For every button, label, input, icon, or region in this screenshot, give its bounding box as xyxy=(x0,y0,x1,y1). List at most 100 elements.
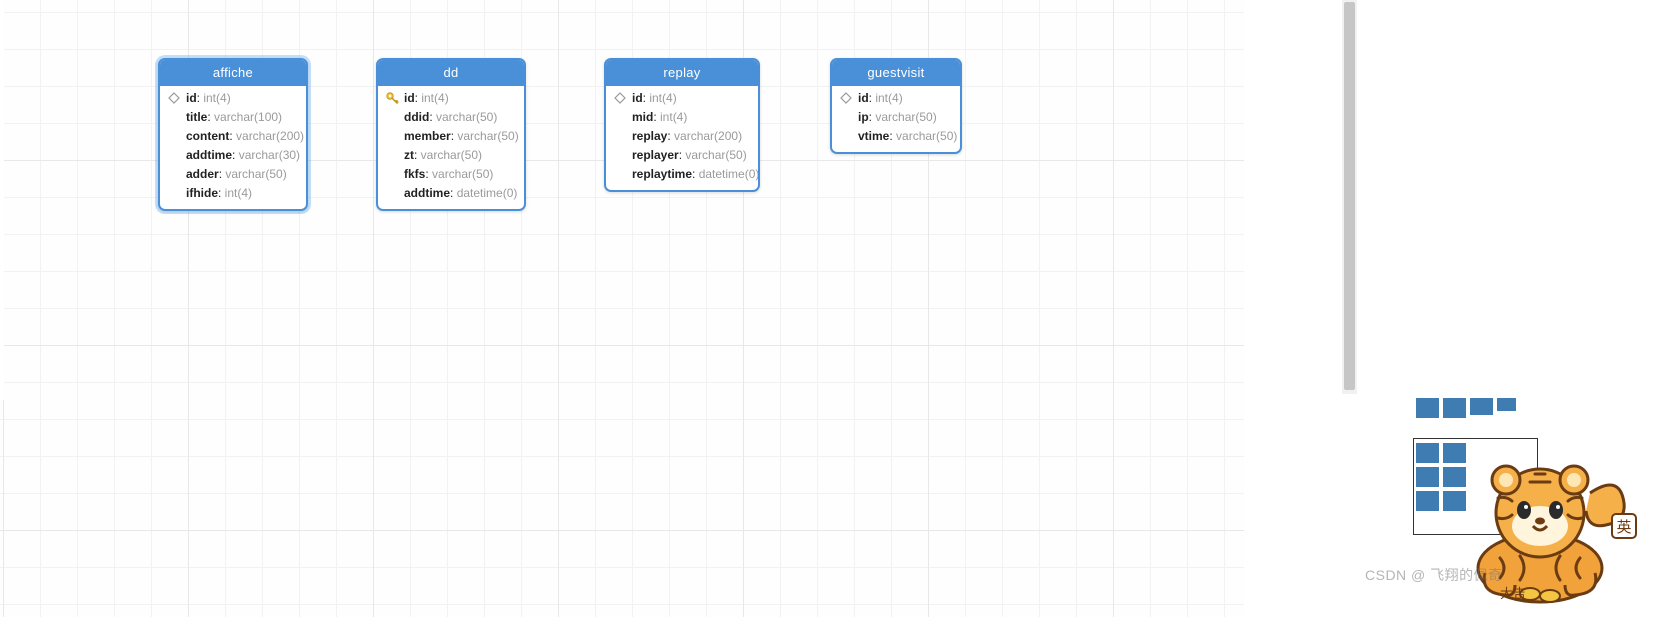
primary-key-icon xyxy=(385,91,399,105)
diagram-canvas[interactable]: afficheid: int(4)title: varchar(100)cont… xyxy=(0,0,1244,617)
column-row[interactable]: fkfs: varchar(50) xyxy=(404,165,514,184)
column-row[interactable]: content: varchar(200) xyxy=(186,127,296,146)
column-row[interactable]: ddid: varchar(50) xyxy=(404,108,514,127)
column-separator: : xyxy=(414,148,421,162)
column-row[interactable]: member: varchar(50) xyxy=(404,127,514,146)
table-header[interactable]: replay xyxy=(606,60,758,86)
column-row[interactable]: id: int(4) xyxy=(858,89,950,108)
column-type: varchar(200) xyxy=(236,129,304,143)
column-type: varchar(50) xyxy=(225,167,286,181)
column-type: varchar(50) xyxy=(457,129,518,143)
column-name: content xyxy=(186,129,229,143)
column-separator: : xyxy=(425,167,432,181)
left-gutter xyxy=(0,0,4,400)
column-name: ifhide xyxy=(186,186,218,200)
column-row[interactable]: id: int(4) xyxy=(632,89,748,108)
table-card-dd[interactable]: ddid: int(4)ddid: varchar(50)member: var… xyxy=(376,58,526,211)
column-row[interactable]: mid: int(4) xyxy=(632,108,748,127)
column-row[interactable]: ip: varchar(50) xyxy=(858,108,950,127)
column-name: addtime xyxy=(186,148,232,162)
minimap-panel[interactable] xyxy=(1412,396,1539,548)
column-separator: : xyxy=(450,186,457,200)
column-row[interactable]: vtime: varchar(50) xyxy=(858,127,950,146)
column-name: id xyxy=(186,91,197,105)
column-name: ddid xyxy=(404,110,429,124)
column-type: varchar(50) xyxy=(436,110,497,124)
minimap-block xyxy=(1470,398,1493,415)
table-body: id: int(4)ddid: varchar(50)member: varch… xyxy=(378,86,524,209)
vertical-scrollbar-thumb[interactable] xyxy=(1344,2,1355,390)
column-row[interactable]: zt: varchar(50) xyxy=(404,146,514,165)
column-row[interactable]: addtime: varchar(30) xyxy=(186,146,296,165)
vertical-scrollbar-track[interactable] xyxy=(1342,0,1357,394)
minimap-block xyxy=(1416,491,1439,511)
column-name: zt xyxy=(404,148,414,162)
column-type: varchar(200) xyxy=(674,129,742,143)
minimap-block xyxy=(1443,443,1466,463)
column-name: id xyxy=(404,91,415,105)
column-separator: : xyxy=(207,110,214,124)
column-type: varchar(30) xyxy=(239,148,300,162)
column-type: varchar(100) xyxy=(214,110,282,124)
column-row[interactable]: adder: varchar(50) xyxy=(186,165,296,184)
column-type: datetime(0) xyxy=(457,186,518,200)
table-card-replay[interactable]: replayid: int(4)mid: int(4)replay: varch… xyxy=(604,58,760,192)
index-diamond-icon xyxy=(613,91,627,105)
column-separator: : xyxy=(218,186,225,200)
column-type: int(4) xyxy=(225,186,252,200)
column-separator: : xyxy=(429,110,436,124)
column-type: varchar(50) xyxy=(432,167,493,181)
column-row[interactable]: title: varchar(100) xyxy=(186,108,296,127)
table-body: id: int(4)ip: varchar(50)vtime: varchar(… xyxy=(832,86,960,152)
column-name: adder xyxy=(186,167,219,181)
column-row[interactable]: replayer: varchar(50) xyxy=(632,146,748,165)
minimap-block xyxy=(1416,443,1439,463)
column-separator: : xyxy=(232,148,239,162)
minimap-block xyxy=(1416,398,1439,418)
column-type: int(4) xyxy=(875,91,902,105)
column-name: mid xyxy=(632,110,653,124)
column-name: member xyxy=(404,129,451,143)
column-type: varchar(50) xyxy=(421,148,482,162)
table-card-guestvisit[interactable]: guestvisitid: int(4)ip: varchar(50)vtime… xyxy=(830,58,962,154)
column-type: varchar(50) xyxy=(685,148,746,162)
table-header[interactable]: guestvisit xyxy=(832,60,960,86)
column-row[interactable]: ifhide: int(4) xyxy=(186,184,296,203)
column-name: replay xyxy=(632,129,667,143)
svg-text:大吉: 大吉 xyxy=(1500,586,1526,601)
column-row[interactable]: replaytime: datetime(0) xyxy=(632,165,748,184)
table-header[interactable]: affiche xyxy=(160,60,306,86)
column-name: addtime xyxy=(404,186,450,200)
table-body: id: int(4)title: varchar(100)content: va… xyxy=(160,86,306,209)
column-name: fkfs xyxy=(404,167,425,181)
column-name: ip xyxy=(858,110,869,124)
column-separator: : xyxy=(653,110,660,124)
column-row[interactable]: id: int(4) xyxy=(404,89,514,108)
table-header[interactable]: dd xyxy=(378,60,524,86)
minimap-block xyxy=(1416,467,1439,487)
column-name: id xyxy=(858,91,869,105)
minimap-block xyxy=(1443,398,1466,418)
minimap-block xyxy=(1443,467,1466,487)
column-name: replayer xyxy=(632,148,679,162)
column-separator: : xyxy=(229,129,236,143)
column-name: id xyxy=(632,91,643,105)
column-row[interactable]: id: int(4) xyxy=(186,89,296,108)
column-type: int(4) xyxy=(421,91,448,105)
column-type: int(4) xyxy=(649,91,676,105)
column-row[interactable]: addtime: datetime(0) xyxy=(404,184,514,203)
minimap-block xyxy=(1443,491,1466,511)
column-type: int(4) xyxy=(203,91,230,105)
column-type: int(4) xyxy=(660,110,687,124)
column-type: varchar(50) xyxy=(896,129,957,143)
column-row[interactable]: replay: varchar(200) xyxy=(632,127,748,146)
table-body: id: int(4)mid: int(4)replay: varchar(200… xyxy=(606,86,758,190)
table-card-affiche[interactable]: afficheid: int(4)title: varchar(100)cont… xyxy=(158,58,308,211)
column-name: replaytime xyxy=(632,167,692,181)
svg-text:英: 英 xyxy=(1616,518,1631,536)
column-name: vtime xyxy=(858,129,889,143)
index-diamond-icon xyxy=(167,91,181,105)
index-diamond-icon xyxy=(839,91,853,105)
minimap-block xyxy=(1497,398,1516,411)
column-type: varchar(50) xyxy=(875,110,936,124)
